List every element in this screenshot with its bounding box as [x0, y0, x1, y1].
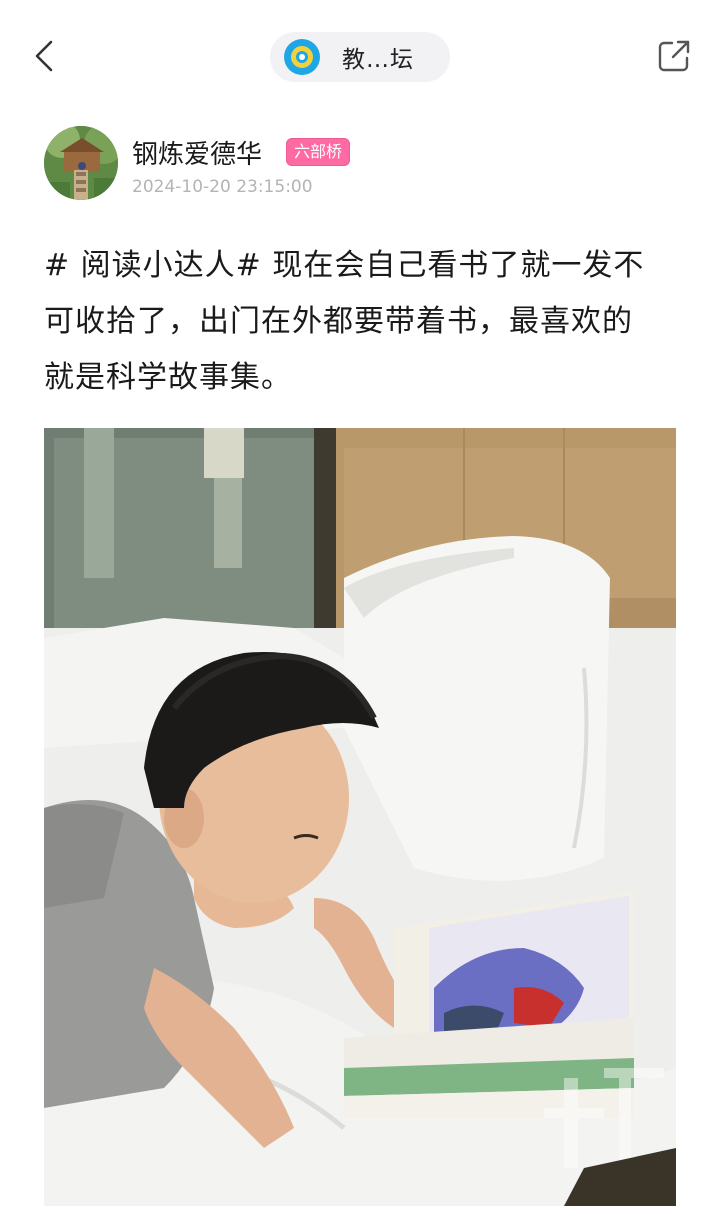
author-area-badge: 六部桥 [286, 138, 351, 166]
external-link-icon [658, 40, 690, 72]
post-photo[interactable] [44, 428, 676, 1206]
top-bar: 教…坛 [0, 0, 720, 112]
forum-logo-icon [284, 39, 320, 75]
forum-title: 教…坛 [342, 47, 414, 73]
post-text-line: 就是科学故事集。 [44, 360, 292, 395]
post-text-line: # 阅读小达人# 现在会自己看书了就一发不 [44, 248, 645, 283]
post-body-text: # 阅读小达人# 现在会自己看书了就一发不 可收拾了，出门在外都要带着书，最喜欢… [44, 238, 684, 406]
post-text-line: 可收拾了，出门在外都要带着书，最喜欢的 [44, 304, 633, 339]
forum-title-pill[interactable]: 教…坛 [270, 32, 450, 82]
author-name[interactable]: 钢炼爱德华 [132, 134, 262, 171]
author-avatar[interactable] [44, 126, 118, 200]
post-detail-page: 教…坛 钢炼爱德华 六部桥 2024-10-20 23:15:00 # 阅读小达… [0, 0, 720, 1232]
share-button[interactable] [656, 38, 692, 74]
chevron-left-icon [35, 40, 53, 72]
back-button[interactable] [22, 34, 66, 78]
post-timestamp: 2024-10-20 23:15:00 [132, 177, 313, 197]
